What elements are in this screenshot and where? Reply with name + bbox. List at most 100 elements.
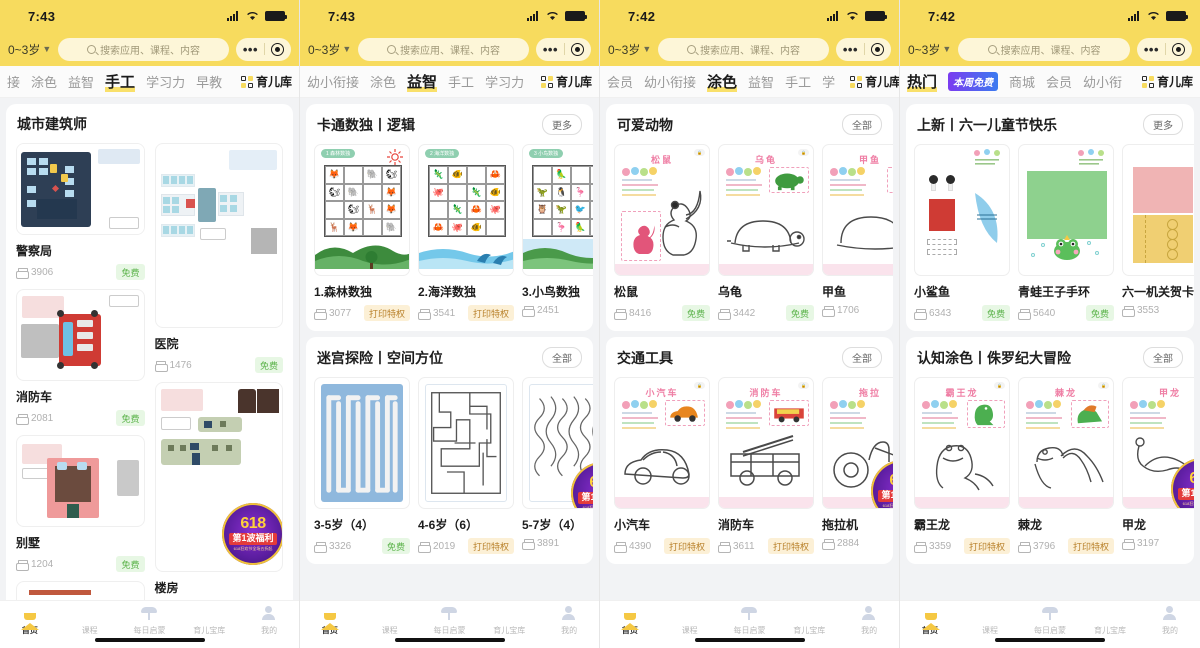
nav-item-mine[interactable]: 我的	[1140, 606, 1200, 636]
tab-2[interactable]: 商城	[1009, 72, 1035, 91]
item-thumbnail[interactable]: 🔒 霸王龙	[914, 377, 1010, 509]
list-item[interactable]: 🔒 消防车 消防车 3611 打印特权	[718, 377, 814, 554]
tab-4[interactable]: 手工	[785, 72, 811, 91]
search-input[interactable]: 搜索应用、课程、内容	[958, 37, 1130, 61]
nav-item-home[interactable]: 首页	[600, 606, 660, 636]
tab-5[interactable]: 早教	[196, 72, 222, 91]
content-area-1[interactable]: 城市建筑师 警察局 3906 免费 消防车 2081 免费 别墅 1204 免费…	[0, 98, 299, 600]
item-row[interactable]: 3-5岁（4） 3326 免费 4-6岁（6） 2019 打印特权 第 618狂…	[306, 377, 593, 554]
list-item[interactable]: 3-5岁（4） 3326 免费	[314, 377, 410, 554]
nursery-library-button[interactable]: 育儿库	[236, 73, 292, 90]
item-thumbnail[interactable]: 3 小鸟数独 🦜🐦 🦖🐧🦩 🦉🦖🐦 🦩🦜🐧	[522, 144, 593, 276]
nav-item-course[interactable]: 课程	[360, 606, 420, 636]
search-input[interactable]: 搜索应用、课程、内容	[658, 37, 829, 61]
close-miniapp-icon[interactable]	[1172, 42, 1185, 56]
nav-item-library[interactable]: 育儿宝库	[1080, 606, 1140, 636]
nav-item-home[interactable]: 首页	[300, 606, 360, 636]
list-item[interactable]: 🔒 小汽车 小汽车 4390 打印特权	[614, 377, 710, 554]
item-thumbnail[interactable]	[154, 143, 283, 328]
tab-0[interactable]: 接	[7, 72, 20, 91]
list-item[interactable]: 🔒 拖拉 618 第1波福利 618狂欢节全场五折起 拖拉机	[822, 377, 893, 554]
search-input[interactable]: 搜索应用、课程、内容	[58, 37, 229, 61]
nav-item-daily[interactable]: 每日启蒙	[120, 606, 180, 636]
tab-3[interactable]: 手工	[448, 72, 474, 91]
tab-1[interactable]: 涂色	[31, 72, 57, 91]
nav-item-course[interactable]: 课程	[60, 606, 120, 636]
content-area-2[interactable]: 卡通数独丨逻辑 更多 1 森林数独 🦊🐘🐿 🐿🐘🦊 🐿🦌🦊 �	[300, 98, 599, 600]
nav-item-library[interactable]: 育儿宝库	[479, 606, 539, 636]
nursery-library-button[interactable]: 育儿库	[536, 73, 592, 90]
list-item[interactable]: 4-6岁（6） 2019 打印特权	[418, 377, 514, 554]
nav-item-mine[interactable]: 我的	[539, 606, 599, 636]
item-thumbnail[interactable]: 🔒 棘龙	[1018, 377, 1114, 509]
nav-item-home[interactable]: 首页	[900, 606, 960, 636]
close-miniapp-icon[interactable]	[271, 42, 284, 56]
item-thumbnail[interactable]: 🔒 乌龟	[718, 144, 814, 276]
nav-item-library[interactable]: 育儿宝库	[779, 606, 839, 636]
item-thumbnail[interactable]: 🔒 甲龙 618 第1波福利 618狂欢节全场五折起	[1122, 377, 1194, 509]
item-thumbnail[interactable]: 🔒 甲鱼	[822, 144, 893, 276]
more-options-icon[interactable]: •••	[243, 43, 258, 56]
section-action-button[interactable]: 全部	[1143, 347, 1183, 368]
section-action-button[interactable]: 更多	[1143, 114, 1183, 135]
close-miniapp-icon[interactable]	[871, 42, 884, 56]
nav-item-course[interactable]: 课程	[960, 606, 1020, 636]
item-thumbnail[interactable]	[16, 435, 145, 527]
tab-0[interactable]: 会员	[607, 72, 633, 91]
list-item[interactable]: 🔒 松鼠 松鼠 8416 免费	[614, 144, 710, 321]
weekly-free-badge[interactable]: 本周免费	[948, 72, 999, 91]
tab-3[interactable]: 益智	[748, 72, 774, 91]
list-item[interactable]: 🔒 甲龙 618 第1波福利 618狂欢节全场五折起 甲龙	[1122, 377, 1194, 554]
list-item[interactable]: 2 海洋数独 🦎 🐠 🦀 🐙 🦎 🐠 🦎 🦀 🐙 🦀 🐙 🐠 2.海洋数独 35…	[418, 144, 514, 321]
nav-item-mine[interactable]: 我的	[839, 606, 899, 636]
list-item[interactable]: 🔒 霸王龙 霸王龙 3359 打印特权	[914, 377, 1010, 554]
tab-3[interactable]: 会员	[1046, 72, 1072, 91]
item-thumbnail[interactable]	[16, 289, 145, 381]
nav-item-daily[interactable]: 每日启蒙	[720, 606, 780, 636]
promo-badge[interactable]: 618 第1波福利 618狂欢节全场五折起	[222, 503, 283, 565]
list-item[interactable]: 小鲨鱼 6343 免费	[914, 144, 1010, 321]
section-action-button[interactable]: 全部	[842, 114, 882, 135]
age-selector[interactable]: 0~3岁 ▼	[308, 41, 351, 58]
tab-5[interactable]: 学	[822, 72, 835, 91]
item-thumbnail[interactable]	[914, 144, 1010, 276]
content-area-4[interactable]: 上新丨六一儿童节快乐 更多 小鲨鱼 6343 免费 青蛙王子手环 5640 免费…	[900, 98, 1200, 600]
item-thumbnail[interactable]	[1122, 144, 1194, 276]
item-row[interactable]: 小鲨鱼 6343 免费 青蛙王子手环 5640 免费 六一机关贺卡 3553	[906, 144, 1194, 321]
tab-2[interactable]: 益智	[68, 72, 94, 91]
tab-1[interactable]: 幼小衔接	[644, 72, 696, 91]
tab-3-active[interactable]: 手工	[105, 71, 136, 92]
content-area-3[interactable]: 可爱动物 全部 🔒 松鼠 松鼠 8416 免费 🔒 乌龟 乌龟 3442 免费 …	[600, 98, 899, 600]
list-item[interactable]: 1 森林数独 🦊 🐘 🐿 🐿 🐘 🦊 🐿 🦌 🦊 🦌 🦊 🐘 1.森林数独 30…	[314, 144, 410, 321]
list-item[interactable]: 🔒 乌龟 乌龟 3442 免费	[718, 144, 814, 321]
tab-4[interactable]: 学习力	[146, 72, 185, 91]
item-thumbnail[interactable]: 🔒 松鼠	[614, 144, 710, 276]
item-thumbnail[interactable]: 🔒 拖拉 618 第1波福利 618狂欢节全场五折起	[822, 377, 893, 509]
list-item[interactable]: 🔒 棘龙 棘龙 3796 打印特权	[1018, 377, 1114, 554]
nav-item-daily[interactable]: 每日启蒙	[1020, 606, 1080, 636]
item-row[interactable]: 🔒 小汽车 小汽车 4390 打印特权 🔒 消防车 消防车 3611 打印特权 …	[606, 377, 893, 554]
item-thumbnail[interactable]: 618 第1波福利 618狂欢节全场五折起	[154, 382, 283, 572]
tab-0[interactable]: 幼小衔接	[307, 72, 359, 91]
more-options-icon[interactable]: •••	[843, 43, 858, 56]
search-input[interactable]: 搜索应用、课程、内容	[358, 37, 529, 61]
item-thumbnail[interactable]: 🔒 消防车	[718, 377, 814, 509]
tab-2-active[interactable]: 涂色	[707, 71, 738, 92]
item-thumbnail[interactable]: 2 海洋数独 🦎 🐠 🦀 🐙 🦎 🐠 🦎 🦀 🐙 🦀 🐙 🐠	[418, 144, 514, 276]
list-item[interactable]: 🔒 甲鱼 甲鱼 1706	[822, 144, 893, 321]
item-thumbnail[interactable]: 618 第1波福利 618狂欢节全场五折起	[522, 377, 593, 509]
nav-item-daily[interactable]: 每日启蒙	[420, 606, 480, 636]
item-row[interactable]: 🔒 松鼠 松鼠 8416 免费 🔒 乌龟 乌龟 3442 免费 甲鱼 甲鱼 17…	[606, 144, 893, 321]
item-thumbnail[interactable]: 🔒 小汽车	[614, 377, 710, 509]
tab-4[interactable]: 幼小衔	[1083, 72, 1122, 91]
more-options-icon[interactable]: •••	[1144, 43, 1159, 56]
item-thumbnail[interactable]	[418, 377, 514, 509]
tab-4[interactable]: 学习力	[485, 72, 524, 91]
age-selector[interactable]: 0~3岁 ▼	[8, 41, 51, 58]
close-miniapp-icon[interactable]	[571, 42, 584, 56]
list-item[interactable]: 618 第1波福利 618狂欢节全场五折起 5-7岁（4） 3891	[522, 377, 593, 554]
nursery-library-button[interactable]: 育儿库	[1137, 73, 1193, 90]
section-action-button[interactable]: 全部	[542, 347, 582, 368]
list-item[interactable]: 青蛙王子手环 5640 免费	[1018, 144, 1114, 321]
tab-0-active[interactable]: 热门	[907, 71, 938, 92]
